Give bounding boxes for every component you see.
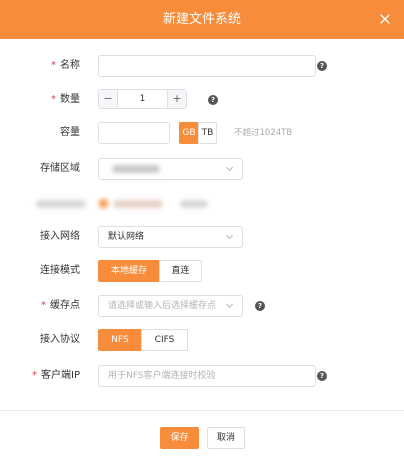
decrement-button[interactable]: − [99, 90, 118, 108]
region-select[interactable] [98, 158, 243, 180]
protocol-nfs-button[interactable]: NFS [98, 329, 142, 351]
protocol-label: 接入协议 [40, 334, 80, 345]
cancel-button[interactable]: 取消 [207, 427, 245, 449]
region-label: 存储区域 [40, 163, 80, 174]
quantity-value[interactable]: 1 [119, 90, 166, 108]
blurred-text [36, 200, 86, 208]
connection-mode-label: 连接模式 [40, 265, 80, 276]
dialog-title: 新建文件系统 [162, 12, 241, 27]
name-row: * 名称 ? [0, 54, 404, 78]
blurred-text [113, 200, 163, 208]
close-icon[interactable] [376, 10, 394, 28]
capacity-hint: 不超过1024TB [234, 128, 293, 138]
quantity-label: * 数量 [51, 94, 80, 105]
network-label: 接入网络 [40, 231, 80, 242]
name-input[interactable] [98, 55, 316, 77]
help-icon[interactable]: ? [255, 301, 265, 311]
help-icon[interactable]: ? [208, 95, 218, 105]
cache-point-select[interactable]: 请选择或输入后选择缓存点 [98, 295, 243, 317]
capacity-row: 容量 GB TB 不超过1024TB [0, 121, 404, 145]
help-icon[interactable]: ? [317, 61, 327, 71]
chevron-down-icon [225, 166, 234, 172]
cache-point-row: * 缓存点 请选择或输入后选择缓存点 ? [0, 294, 404, 318]
name-label: * 名称 [51, 60, 80, 71]
cache-point-label: * 缓存点 [41, 300, 80, 311]
increment-button[interactable]: + [167, 90, 186, 108]
mode-direct-button[interactable]: 直连 [159, 260, 202, 282]
protocol-cifs-button[interactable]: CIFS [141, 329, 188, 351]
unit-gb-button[interactable]: GB [179, 122, 199, 144]
blurred-mark [99, 199, 108, 208]
region-row: 存储区域 [0, 157, 404, 181]
blurred-value [112, 165, 160, 173]
footer-divider [0, 410, 404, 411]
network-select[interactable]: 默认网络 [98, 226, 243, 248]
blurred-info-row [0, 193, 404, 217]
chevron-down-icon [225, 234, 234, 240]
blurred-text [180, 200, 208, 208]
protocol-row: 接入协议 NFS CIFS [0, 328, 404, 352]
capacity-label: 容量 [60, 127, 80, 138]
capacity-input[interactable] [98, 122, 170, 144]
client-ip-row: * 客户端IP 用于NFS客户端连接时校验 ? [0, 364, 404, 388]
mode-local-cache-button[interactable]: 本地缓存 [98, 260, 160, 282]
client-ip-label: * 客户端IP [32, 370, 80, 381]
quantity-row: * 数量 − 1 + ? [0, 88, 404, 112]
connection-mode-row: 连接模式 本地缓存 直连 [0, 259, 404, 283]
quantity-stepper[interactable]: − 1 + [98, 89, 187, 109]
client-ip-input[interactable]: 用于NFS客户端连接时校验 [98, 365, 316, 387]
unit-tb-button[interactable]: TB [198, 122, 217, 144]
dialog-header: 新建文件系统 [0, 0, 404, 39]
network-row: 接入网络 默认网络 [0, 225, 404, 249]
save-button[interactable]: 保存 [160, 427, 199, 449]
help-icon[interactable]: ? [317, 371, 327, 381]
chevron-down-icon [225, 303, 234, 309]
